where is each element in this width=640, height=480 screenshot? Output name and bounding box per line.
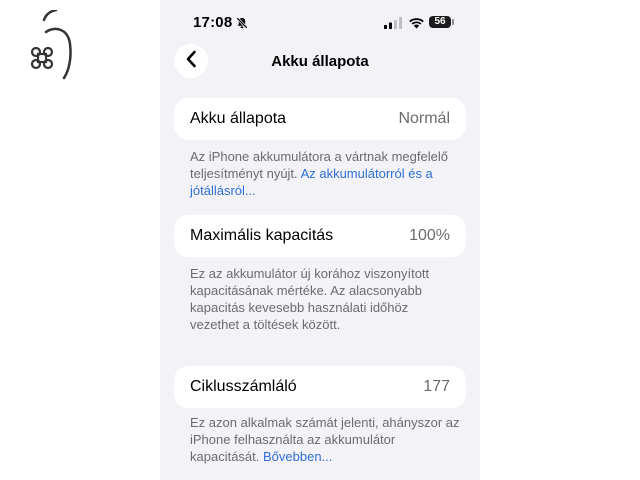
status-time: 17:08 xyxy=(193,14,233,31)
battery-tip xyxy=(452,19,454,25)
max-capacity-description: Ez az akkumulátor új korához viszonyítot… xyxy=(190,265,460,333)
cycle-count-value: 177 xyxy=(423,378,450,395)
max-capacity-value: 100% xyxy=(409,227,450,244)
cycle-count-label: Ciklusszámláló xyxy=(190,378,297,395)
wifi-icon xyxy=(408,16,425,34)
battery-health-description: Az iPhone akkumulátora a vártnak megfele… xyxy=(190,148,460,199)
bell-slash-icon xyxy=(236,16,248,34)
battery-health-label: Akku állapota xyxy=(190,110,287,127)
status-bar: 17:08 56 xyxy=(160,0,480,44)
phone-screen: 17:08 56 Akku állapota Akku állapota Nor… xyxy=(160,0,480,480)
learn-more-link[interactable]: Bővebben... xyxy=(263,449,332,464)
cycle-count-row: Ciklusszámláló 177 xyxy=(174,366,466,408)
page-title: Akku állapota xyxy=(271,53,369,70)
apple-command-logo xyxy=(24,8,76,82)
cellular-signal-icon xyxy=(384,16,402,34)
battery-icon: 56 xyxy=(429,16,451,28)
navigation-bar: Akku állapota xyxy=(160,44,480,80)
max-capacity-text: Ez az akkumulátor új korához viszonyítot… xyxy=(190,266,430,332)
cycle-count-description: Ez azon alkalmak számát jelenti, ahánysz… xyxy=(190,414,460,465)
max-capacity-label: Maximális kapacitás xyxy=(190,227,334,244)
max-capacity-row: Maximális kapacitás 100% xyxy=(174,215,466,257)
battery-health-row: Akku állapota Normál xyxy=(174,98,466,140)
battery-health-value: Normál xyxy=(398,110,450,127)
